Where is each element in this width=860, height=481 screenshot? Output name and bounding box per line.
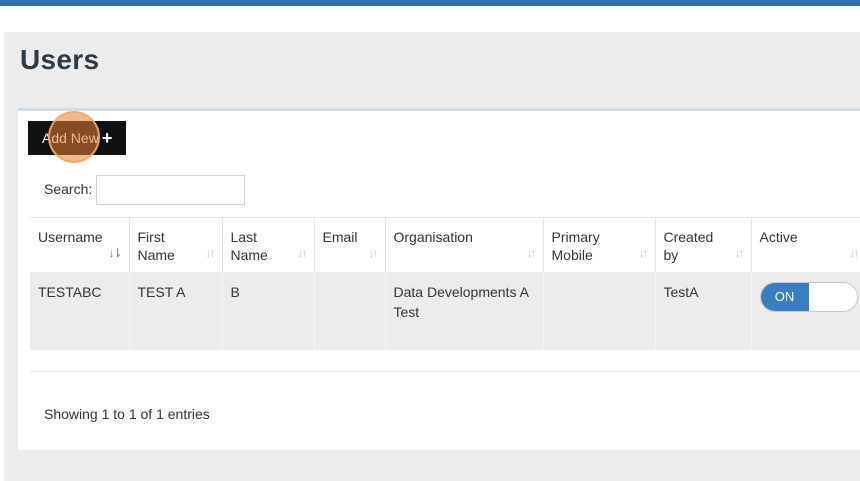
table-info: Showing 1 to 1 of 1 entries (44, 406, 210, 422)
sort-icon: ↓↑ (205, 245, 216, 260)
column-header-email[interactable]: Email ↓↑ (314, 217, 386, 272)
column-header-label: Email (322, 229, 358, 245)
column-header-label: First (137, 229, 165, 245)
column-header-organisation[interactable]: Organisation ↓↑ (385, 217, 544, 272)
cell-organisation: Data Developments A Test (385, 271, 544, 350)
column-header-first-name[interactable]: First Name ↓↑ (129, 217, 223, 272)
active-toggle-on-label: ON (760, 282, 809, 311)
users-table-wrapper: Username ↓⇂ First Name ↓↑ Last Name ↓↑ E… (30, 217, 860, 372)
column-header-label: Name (230, 247, 268, 263)
column-header-label: Created (663, 229, 714, 245)
add-new-label: Add New (42, 130, 99, 146)
column-header-label: Name (137, 247, 175, 263)
column-header-label: Organisation (393, 229, 473, 245)
cell-primary-mobile (543, 271, 656, 350)
sort-icon: ↓↑ (526, 245, 537, 260)
cell-created-by: TestA (655, 271, 752, 350)
search-input[interactable] (96, 175, 245, 205)
column-header-active[interactable]: Active ↓↑ (751, 217, 860, 272)
column-header-label: Last (230, 229, 257, 245)
search-label: Search: (44, 181, 93, 197)
page-title: Users (20, 44, 100, 75)
cell-last-name: B (222, 271, 315, 350)
column-header-label: Mobile (551, 247, 593, 263)
column-header-label: by (663, 247, 679, 263)
column-header-label: Active (759, 229, 798, 245)
column-header-username[interactable]: Username ↓⇂ (30, 217, 130, 272)
top-accent-bar (0, 0, 860, 6)
sort-icon: ↓↑ (638, 245, 649, 260)
column-header-last-name[interactable]: Last Name ↓↑ (222, 217, 315, 272)
cell-email (314, 271, 386, 350)
cell-active: ON (751, 271, 860, 350)
add-new-button[interactable]: Add New + (28, 121, 126, 155)
cell-username: TESTABC (30, 271, 130, 350)
column-header-label: Username (38, 229, 103, 245)
table-header-row: Username ↓⇂ First Name ↓↑ Last Name ↓↑ E… (30, 217, 860, 272)
sort-icon: ↓↑ (734, 245, 745, 260)
table-row[interactable]: TESTABC TEST A B Data Developments A Tes… (30, 271, 860, 350)
sort-ascending-icon: ↓⇂ (108, 245, 122, 260)
column-header-primary-mobile[interactable]: Primary Mobile ↓↑ (543, 217, 656, 272)
cell-first-name: TEST A (129, 271, 223, 350)
sort-icon: ↓↑ (297, 245, 308, 260)
users-table: Username ↓⇂ First Name ↓↑ Last Name ↓↑ E… (30, 217, 860, 350)
active-toggle[interactable]: ON (759, 281, 858, 312)
plus-icon: + (101, 128, 113, 148)
sort-icon: ↓↑ (368, 245, 379, 260)
sort-icon: ↓↑ (849, 245, 860, 260)
column-header-created-by[interactable]: Created by ↓↑ (655, 217, 752, 272)
column-header-label: Primary (551, 229, 600, 245)
